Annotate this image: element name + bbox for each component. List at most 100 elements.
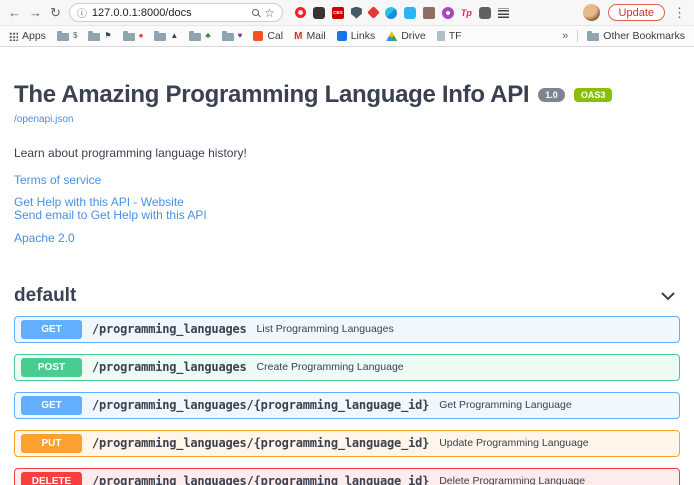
- bookmark-item[interactable]: Drive: [386, 30, 426, 42]
- forward-icon[interactable]: →: [29, 6, 42, 19]
- bookmark-label: Mail: [306, 30, 325, 42]
- endpoint-row[interactable]: GET /programming_languages/{programming_…: [14, 392, 680, 419]
- endpoint-summary: List Programming Languages: [257, 323, 394, 335]
- folder-icon: [154, 33, 166, 41]
- bookmark-item[interactable]: ♣: [189, 31, 210, 41]
- bookmark-item[interactable]: ⚑: [88, 31, 111, 41]
- pen-extension-icon[interactable]: [385, 7, 397, 19]
- bookmark-item[interactable]: TF: [437, 30, 462, 42]
- bookmark-item[interactable]: ♥: [222, 31, 243, 41]
- title-row: The Amazing Programming Language Info AP…: [14, 81, 680, 109]
- endpoint-path: /programming_languages/{programming_lang…: [92, 474, 429, 485]
- bookmark-star-icon[interactable]: ☆: [264, 6, 275, 20]
- calendar-icon: [253, 31, 263, 41]
- openapi-spec-link[interactable]: /openapi.json: [14, 114, 74, 125]
- bookmark-label: Drive: [401, 30, 426, 42]
- site-info-icon[interactable]: ⓘ: [77, 5, 87, 20]
- bookmarks-right: » Other Bookmarks: [562, 30, 685, 42]
- bookmark-item[interactable]: Links: [337, 30, 376, 42]
- swagger-page: The Amazing Programming Language Info AP…: [0, 47, 694, 485]
- cbs-extension-icon[interactable]: CBS: [332, 7, 344, 19]
- page-title: The Amazing Programming Language Info AP…: [14, 81, 529, 109]
- folder-icon: [88, 33, 100, 41]
- endpoint-summary: Get Programming Language: [439, 399, 572, 411]
- method-badge: DELETE: [21, 472, 82, 485]
- api-description: Learn about programming language history…: [14, 146, 680, 160]
- endpoint-row[interactable]: PUT /programming_languages/{programming_…: [14, 430, 680, 457]
- bookmark-glyph: ⚑: [104, 32, 111, 40]
- endpoint-path: /programming_languages: [92, 360, 247, 374]
- endpoint-summary: Delete Programming Language: [439, 475, 585, 485]
- bookmark-item[interactable]: Cal: [253, 30, 283, 42]
- contact-links: Get Help with this API - Website Send em…: [14, 196, 680, 222]
- blue-square-extension-icon[interactable]: [404, 7, 416, 19]
- extensions-area: CBS Tp: [295, 7, 509, 19]
- bookmarks-bar: Apps $ ⚑ ● ▲ ♣ ♥ Cal MMail Links Drive TF » Other B…: [0, 26, 694, 47]
- update-button[interactable]: Update: [608, 4, 665, 21]
- endpoint-row[interactable]: DELETE /programming_languages/{programmi…: [14, 468, 680, 485]
- bookmark-item[interactable]: $: [57, 31, 77, 41]
- bookmark-item[interactable]: ●: [123, 31, 144, 41]
- bookmarks-overflow-icon[interactable]: »: [562, 30, 568, 42]
- endpoint-summary: Create Programming Language: [257, 361, 404, 373]
- menu-dots-icon[interactable]: ⋮: [673, 5, 686, 21]
- section-title: default: [14, 285, 76, 307]
- endpoint-row[interactable]: POST /programming_languages Create Progr…: [14, 354, 680, 381]
- list-extension-icon[interactable]: [498, 8, 509, 18]
- shield-extension-icon[interactable]: [351, 7, 362, 19]
- bookmark-label: Apps: [22, 30, 46, 42]
- blue-app-icon: [337, 31, 347, 41]
- apps-grid-icon: [9, 32, 18, 41]
- method-badge: GET: [21, 320, 82, 339]
- folder-icon: [123, 33, 135, 41]
- bookmark-item[interactable]: MMail: [294, 30, 326, 42]
- website-help-link[interactable]: Get Help with this API - Website: [14, 196, 184, 209]
- dark-app-extension-icon[interactable]: [313, 7, 325, 19]
- endpoint-path: /programming_languages/{programming_lang…: [92, 436, 429, 450]
- flower-extension-icon[interactable]: [442, 7, 454, 19]
- tp-extension-icon[interactable]: Tp: [461, 8, 472, 18]
- magnifier-icon[interactable]: [252, 9, 259, 16]
- endpoint-list: GET /programming_languages List Programm…: [14, 316, 680, 485]
- terms-of-service-link[interactable]: Terms of service: [14, 173, 101, 187]
- bookmark-glyph: ♣: [205, 32, 210, 40]
- bookmark-label: TF: [449, 30, 462, 42]
- address-bar[interactable]: ⓘ 127.0.0.1:8000/docs ☆: [69, 3, 283, 22]
- reload-icon[interactable]: ↻: [50, 6, 61, 19]
- other-bookmarks[interactable]: Other Bookmarks: [587, 30, 685, 42]
- pixel-art-extension-icon[interactable]: [423, 7, 435, 19]
- bookmark-item[interactable]: ▲: [154, 31, 178, 41]
- bookmark-label: Links: [351, 30, 376, 42]
- bookmark-label: Cal: [267, 30, 283, 42]
- other-bookmarks-label: Other Bookmarks: [603, 30, 685, 42]
- note-extension-icon[interactable]: [479, 7, 491, 19]
- url-text[interactable]: 127.0.0.1:8000/docs: [92, 7, 247, 19]
- email-help-link[interactable]: Send email to Get Help with this API: [14, 209, 207, 222]
- endpoint-summary: Update Programming Language: [439, 437, 588, 449]
- opera-extension-icon[interactable]: [295, 7, 306, 18]
- bookmarks-list: Apps $ ⚑ ● ▲ ♣ ♥ Cal MMail Links Drive TF: [9, 30, 462, 42]
- endpoint-path: /programming_languages: [92, 322, 247, 336]
- profile-avatar[interactable]: [583, 4, 600, 21]
- drive-icon: [386, 31, 397, 41]
- folder-icon: [587, 33, 599, 41]
- section-default-header[interactable]: default: [14, 285, 680, 316]
- folder-icon: [222, 33, 234, 41]
- endpoint-path: /programming_languages/{programming_lang…: [92, 398, 429, 412]
- method-badge: PUT: [21, 434, 82, 453]
- bookmarks-divider: [577, 30, 578, 42]
- chevron-down-icon: [660, 291, 676, 301]
- browser-toolbar: ← → ↻ ⓘ 127.0.0.1:8000/docs ☆ CBS Tp Upda…: [0, 0, 694, 26]
- bookmark-item[interactable]: Apps: [9, 30, 46, 42]
- method-badge: POST: [21, 358, 82, 377]
- folder-icon: [189, 33, 201, 41]
- doc-icon: [437, 31, 445, 41]
- toolbar-right-group: Update ⋮: [583, 4, 686, 21]
- diamond-extension-icon[interactable]: [367, 6, 380, 19]
- bookmark-glyph: ▲: [170, 32, 178, 40]
- license-link[interactable]: Apache 2.0: [14, 231, 75, 245]
- method-badge: GET: [21, 396, 82, 415]
- oas3-badge[interactable]: OAS3: [574, 88, 613, 103]
- back-icon[interactable]: ←: [8, 6, 21, 19]
- endpoint-row[interactable]: GET /programming_languages List Programm…: [14, 316, 680, 343]
